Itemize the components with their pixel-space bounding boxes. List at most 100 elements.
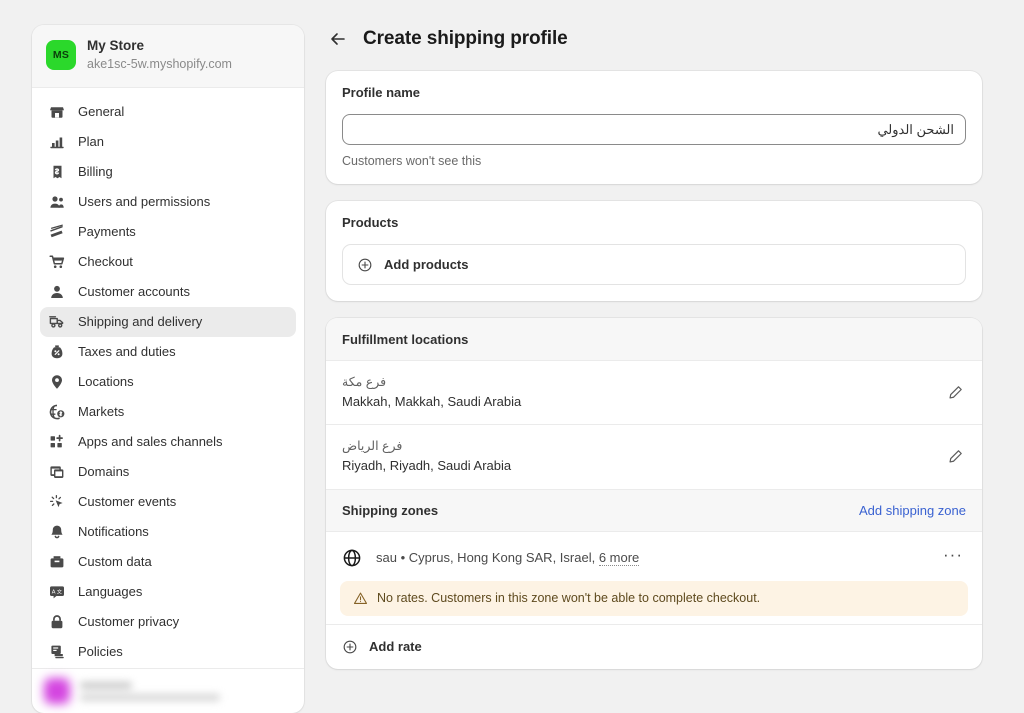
profile-name-help: Customers won't see this [342,154,482,168]
products-heading: Products [342,215,399,230]
sidebar-item-plan[interactable]: Plan [40,127,296,157]
warning-triangle-icon [353,591,368,606]
sidebar-item-billing[interactable]: Billing [40,157,296,187]
store-icon [48,103,65,120]
no-rates-warning-text: No rates. Customers in this zone won't b… [377,591,761,606]
translate-icon: A文 [48,583,65,600]
sidebar-item-label: Shipping and delivery [78,314,203,329]
profile-name-input[interactable] [342,114,966,145]
settings-sidebar: MS My Store ake1sc-5w.myshopify.com Gene… [32,25,304,713]
location-name-ar: فرع مكة [342,375,387,389]
store-header[interactable]: MS My Store ake1sc-5w.myshopify.com [32,25,304,88]
lock-icon [48,613,65,630]
sidebar-item-markets[interactable]: Markets [40,397,296,427]
plus-circle-icon [342,639,358,655]
sidebar-item-label: Languages [78,584,143,599]
svg-text:A: A [51,589,55,595]
sidebar-item-label: Notifications [78,524,149,539]
ellipsis-icon[interactable]: ··· [940,545,966,571]
payments-icon [48,223,65,240]
sidebar-item-general[interactable]: General [40,97,296,127]
sidebar-item-label: Custom data [78,554,152,569]
location-pin-icon [48,373,65,390]
zone-more-link[interactable]: 6 more [598,550,640,567]
zone-name: sau [376,550,397,566]
sidebar-item-label: Domains [78,464,130,479]
sidebar-item-users-and-permissions[interactable]: Users and permissions [40,187,296,217]
store-name: My Store [87,38,145,53]
sidebar-item-label: Locations [78,374,134,389]
apps-grid-icon [48,433,65,450]
location-address: Riyadh, Riyadh, Saudi Arabia [342,458,512,474]
cart-icon [48,253,65,270]
user-info-redacted [80,681,220,701]
arrow-left-icon[interactable] [328,29,348,49]
fulfillment-location-row: فرع الرياض Riyadh, Riyadh, Saudi Arabia [326,424,982,488]
page-title: Create shipping profile [363,28,568,49]
sidebar-item-label: General [78,104,125,119]
sidebar-item-custom-data[interactable]: Custom data [40,547,296,577]
users-icon [48,193,65,210]
pencil-icon[interactable] [944,381,966,403]
cursor-click-icon [48,493,65,510]
shipping-zones-header: Shipping zones Add shipping zone [326,488,982,532]
sidebar-item-label: Markets [78,404,125,419]
sidebar-item-label: Policies [78,644,123,659]
shipping-zone-row: sau • Cyprus, Hong Kong SAR, Israel, 6 m… [326,532,982,581]
sidebar-item-apps-and-sales-channels[interactable]: Apps and sales channels [40,427,296,457]
plus-circle-icon [357,257,373,273]
database-icon [48,553,65,570]
sidebar-item-domains[interactable]: Domains [40,457,296,487]
store-domain: ake1sc-5w.myshopify.com [87,56,232,71]
delivery-truck-icon [48,313,65,330]
add-rate-row[interactable]: Add rate [326,623,982,669]
add-rate-label: Add rate [369,639,422,655]
domains-icon [48,463,65,480]
add-products-box[interactable]: Add products [342,244,966,285]
sidebar-item-payments[interactable]: Payments [40,217,296,247]
sidebar-item-locations[interactable]: Locations [40,367,296,397]
taxes-icon [48,343,65,360]
settings-nav: General Plan Billing Users and permissions P… [32,88,304,669]
sidebar-item-label: Customer privacy [78,614,180,629]
zone-separator: • [400,550,406,566]
sidebar-item-label: Customer events [78,494,177,509]
zone-countries: Cyprus, Hong Kong SAR, Israel, [408,550,596,566]
globe-money-icon [48,403,65,420]
user-profile-footer[interactable] [32,668,304,713]
sidebar-item-customer-events[interactable]: Customer events [40,487,296,517]
sidebar-item-label: Plan [78,134,105,149]
sidebar-item-shipping-and-delivery[interactable]: Shipping and delivery [40,306,296,337]
no-rates-warning-banner: No rates. Customers in this zone won't b… [340,580,968,616]
sidebar-item-label: Taxes and duties [78,344,176,359]
profile-name-heading: Profile name [342,85,421,100]
receipt-icon [48,163,65,180]
sidebar-item-checkout[interactable]: Checkout [40,247,296,277]
sidebar-item-label: Users and permissions [78,194,211,209]
person-icon [48,283,65,300]
svg-text:文: 文 [56,587,62,595]
user-avatar [44,678,70,704]
store-avatar: MS [46,40,76,71]
shipping-zones-title: Shipping zones [342,502,439,518]
sidebar-item-label: Checkout [78,254,133,269]
chart-icon [48,133,65,150]
sidebar-item-taxes-and-duties[interactable]: Taxes and duties [40,337,296,367]
sidebar-item-languages[interactable]: A 文 Languages [40,577,296,607]
page-header: Create shipping profile [326,28,982,50]
add-products-label: Add products [384,257,469,272]
main-content: Create shipping profile Profile name Cus… [326,0,1024,713]
sidebar-item-policies[interactable]: Policies [40,637,296,667]
profile-name-card: Profile name Customers won't see this [326,71,982,184]
sidebar-item-customer-privacy[interactable]: Customer privacy [40,607,296,637]
sidebar-item-label: Apps and sales channels [78,434,223,449]
globe-icon [342,548,362,568]
sidebar-item-customer-accounts[interactable]: Customer accounts [40,277,296,307]
sidebar-item-label: Billing [78,164,113,179]
add-shipping-zone-link[interactable]: Add shipping zone [859,503,966,518]
sidebar-item-notifications[interactable]: Notifications [40,517,296,547]
fulfillment-locations-heading: Fulfillment locations [326,318,982,361]
location-name-ar: فرع الرياض [342,439,403,454]
location-address: Makkah, Makkah, Saudi Arabia [342,393,522,409]
pencil-icon[interactable] [944,446,966,468]
